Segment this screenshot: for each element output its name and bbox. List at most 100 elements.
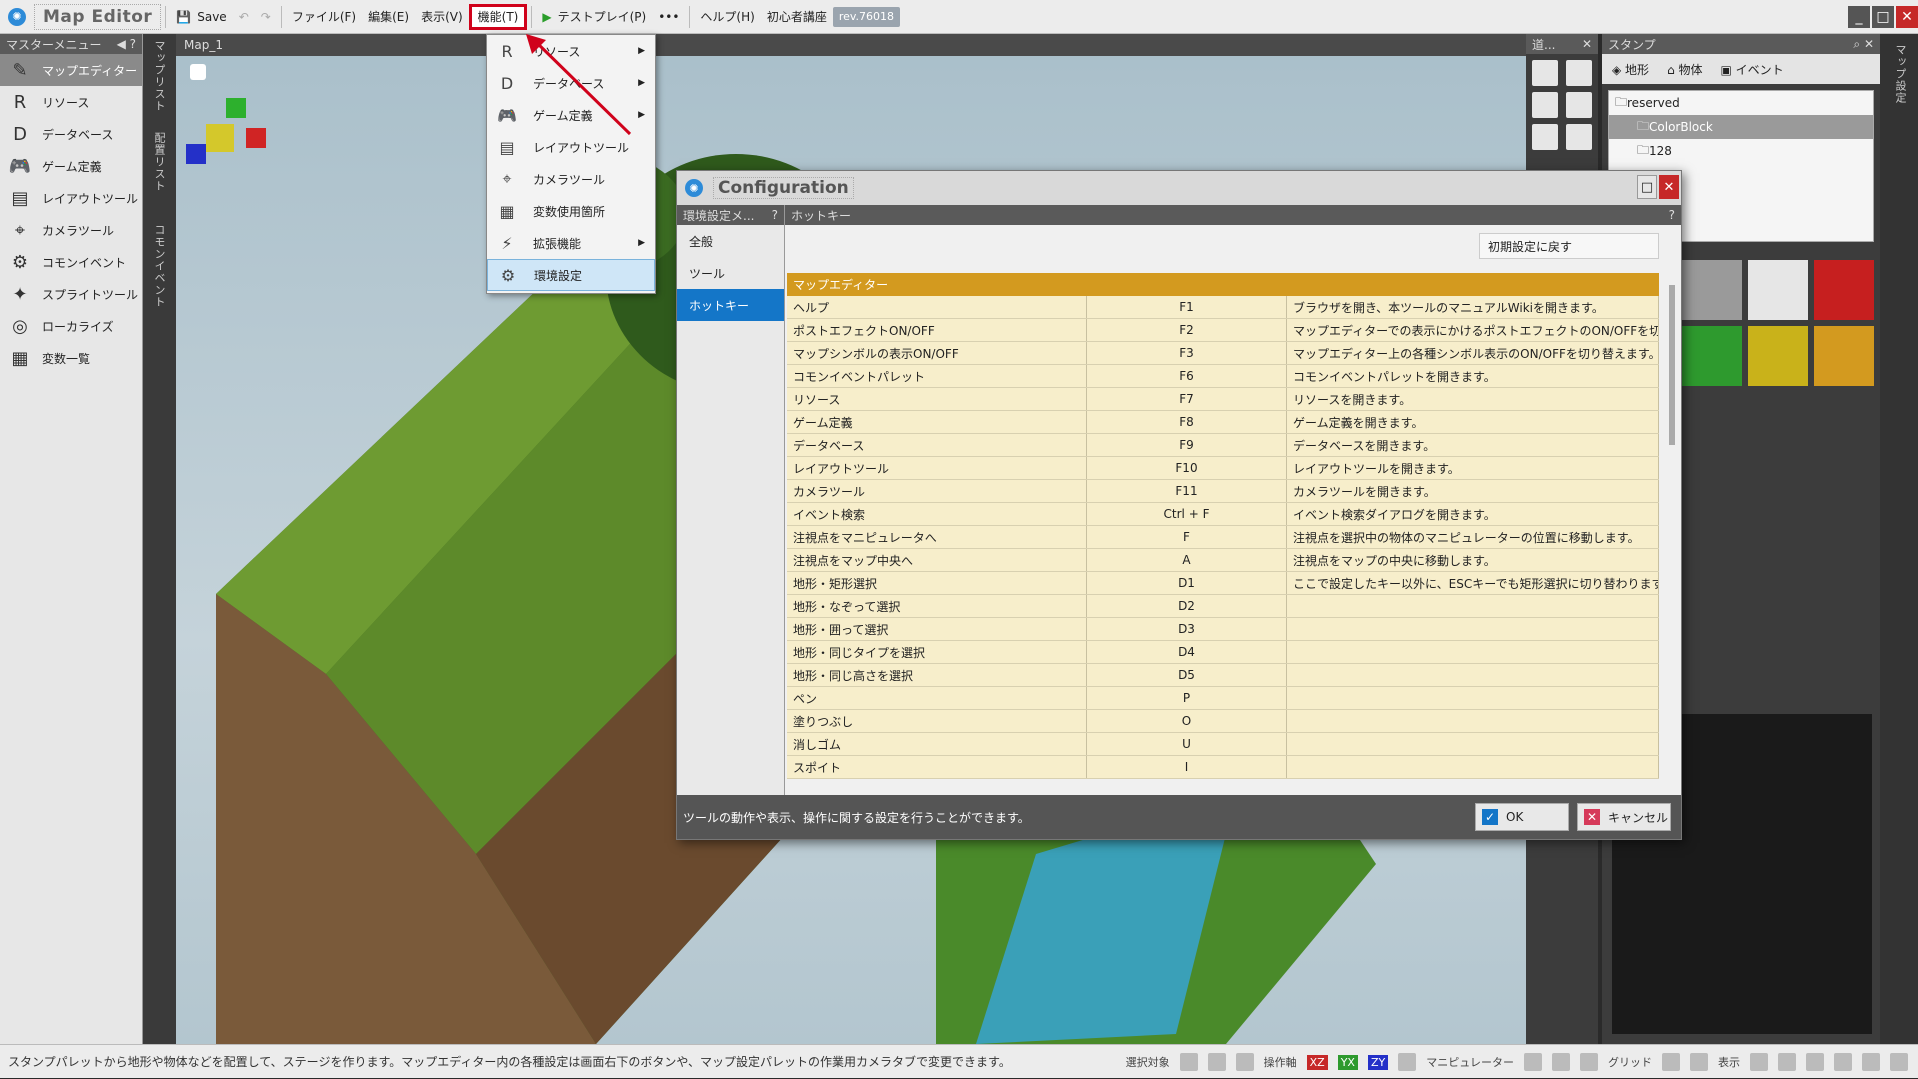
hotkey-row[interactable]: 注視点をマニピュレータへ F 注視点を選択中の物体のマニピュレーターの位置に移動しま… [787, 526, 1659, 549]
axis-zy-button[interactable]: ZY [1367, 1054, 1389, 1070]
menu-item-preferences[interactable]: ⚙ 環境設定 [487, 259, 655, 291]
master-item-map-editor[interactable]: ✎ マップエディター [0, 54, 142, 86]
hotkey-row[interactable]: 地形・囲って選択 D3 [787, 618, 1659, 641]
lasso-select-tool-icon[interactable] [1532, 92, 1558, 118]
hotkey-key[interactable]: F3 [1087, 342, 1287, 364]
hotkey-key[interactable]: F1 [1087, 296, 1287, 318]
master-item-common-event[interactable]: ⚙ コモンイベント [0, 246, 142, 278]
tree-item-128[interactable]: 🗀 128 [1609, 139, 1873, 163]
menu-function[interactable]: 機能(T) [468, 3, 528, 30]
hotkey-row[interactable]: コモンイベントパレット F6 コモンイベントパレットを開きます。 [787, 365, 1659, 388]
stamp-tab-event[interactable]: ▣ イベント [1721, 61, 1784, 78]
pen-tool-icon[interactable] [1566, 124, 1592, 150]
hotkey-row[interactable]: 地形・なぞって選択 D2 [787, 595, 1659, 618]
stamp-block-white[interactable] [1748, 260, 1808, 320]
stamp-block-yellow[interactable] [1748, 326, 1808, 386]
hotkey-row[interactable]: ヘルプ F1 ブラウザを開き、本ツールのマニュアルWikiを開きます。 [787, 296, 1659, 319]
orientation-gizmo[interactable] [186, 98, 266, 164]
menu-item-variable-usage[interactable]: ▦ 変数使用箇所 [487, 195, 655, 227]
viewport-tab[interactable]: Map_1 [176, 34, 1526, 56]
close-icon[interactable]: ✕ [1896, 5, 1918, 28]
hotkey-key[interactable]: A [1087, 549, 1287, 571]
same-height-select-icon[interactable] [1532, 124, 1558, 150]
master-item-sprite-tool[interactable]: ✦ スプライトツール [0, 278, 142, 310]
scrollbar[interactable] [1669, 285, 1675, 445]
hotkey-key[interactable]: D1 [1087, 572, 1287, 594]
tab-map-settings[interactable]: マップ設定 [1892, 44, 1908, 104]
hotkey-key[interactable]: D5 [1087, 664, 1287, 686]
master-item-database[interactable]: D データベース [0, 118, 142, 150]
hotkey-key[interactable]: F6 [1087, 365, 1287, 387]
category-general[interactable]: 全般 [677, 225, 784, 257]
hotkey-key[interactable]: D2 [1087, 595, 1287, 617]
stamp-block-red[interactable] [1814, 260, 1874, 320]
test-play-button[interactable]: ▶ テストプレイ(P) [536, 4, 652, 30]
select-event-icon[interactable] [1235, 1053, 1254, 1071]
menu-item-extensions[interactable]: ⚡ 拡張機能 ▶ [487, 227, 655, 259]
hotkey-row[interactable]: 塗りつぶし O [787, 710, 1659, 733]
category-hotkeys[interactable]: ホットキー [677, 289, 784, 321]
manipulator-move-icon[interactable] [1524, 1053, 1542, 1071]
display-settings-icon[interactable] [1890, 1053, 1908, 1071]
grid-toggle-icon[interactable] [1690, 1053, 1708, 1071]
redo-button[interactable]: ↷ [255, 4, 277, 30]
master-item-game-definition[interactable]: 🎮 ゲーム定義 [0, 150, 142, 182]
hotkey-row[interactable]: 注視点をマップ中央へ A 注視点をマップの中央に移動します。 [787, 549, 1659, 572]
manipulator-rotate-icon[interactable] [1552, 1053, 1570, 1071]
hotkey-row[interactable]: カメラツール F11 カメラツールを開きます。 [787, 480, 1659, 503]
menu-view[interactable]: 表示(V) [415, 4, 469, 30]
help-icon[interactable]: ? [1669, 208, 1675, 222]
hotkey-key[interactable]: D4 [1087, 641, 1287, 663]
display-event-icon[interactable] [1806, 1053, 1824, 1071]
tree-item-colorblock[interactable]: 🗀 ColorBlock [1609, 115, 1873, 139]
hotkey-key[interactable]: F [1087, 526, 1287, 548]
stamp-tab-object[interactable]: ⌂ 物体 [1667, 61, 1702, 78]
hotkey-row[interactable]: レイアウトツール F10 レイアウトツールを開きます。 [787, 457, 1659, 480]
beginner-course-button[interactable]: 初心者講座 [761, 4, 833, 30]
hotkey-row[interactable]: 消しゴム U [787, 733, 1659, 756]
maximize-icon[interactable]: □ [1872, 5, 1894, 28]
master-item-localize[interactable]: ◎ ローカライズ [0, 310, 142, 342]
hotkey-key[interactable]: F10 [1087, 457, 1287, 479]
master-item-resource[interactable]: R リソース [0, 86, 142, 118]
save-button[interactable]: 💾 Save [170, 4, 232, 30]
reset-defaults-button[interactable]: 初期設定に戻す [1479, 233, 1659, 259]
stamp-block-gray[interactable] [1682, 260, 1742, 320]
category-tools[interactable]: ツール [677, 257, 784, 289]
hotkey-row[interactable]: ペン P [787, 687, 1659, 710]
hotkey-key[interactable]: F7 [1087, 388, 1287, 410]
hotkey-key[interactable]: U [1087, 733, 1287, 755]
hotkey-key[interactable]: I [1087, 756, 1287, 778]
select-terrain-icon[interactable] [1179, 1053, 1198, 1071]
cancel-button[interactable]: ✕ キャンセル [1577, 803, 1671, 831]
tab-common-event[interactable]: コモンイベント [151, 224, 167, 308]
hotkey-row[interactable]: マップシンボルの表示ON/OFF F3 マップエディター上の各種シンボル表示のON/… [787, 342, 1659, 365]
rect-select-tool-icon[interactable] [1532, 60, 1558, 86]
close-icon[interactable]: ✕ [1582, 37, 1592, 51]
hotkey-key[interactable]: F2 [1087, 319, 1287, 341]
undo-button[interactable]: ↶ [233, 4, 255, 30]
grid-icon[interactable] [1662, 1053, 1680, 1071]
menu-file[interactable]: ファイル(F) [286, 4, 362, 30]
ok-button[interactable]: ✓ OK [1475, 803, 1569, 831]
hotkey-row[interactable]: ゲーム定義 F8 ゲーム定義を開きます。 [787, 411, 1659, 434]
tree-item-reserved[interactable]: 🗀 reserved [1609, 91, 1873, 115]
close-icon[interactable]: ✕ [1659, 175, 1679, 199]
menu-help[interactable]: ヘルプ(H) [694, 4, 760, 30]
maximize-icon[interactable]: □ [1637, 175, 1657, 199]
stamp-block-green[interactable] [1682, 326, 1742, 386]
hotkey-key[interactable]: F11 [1087, 480, 1287, 502]
hotkey-row[interactable]: イベント検索 Ctrl + F イベント検索ダイアログを開きます。 [787, 503, 1659, 526]
hotkey-row[interactable]: スポイト I [787, 756, 1659, 779]
hotkey-key[interactable]: Ctrl + F [1087, 503, 1287, 525]
tab-placement-list[interactable]: 配置リスト [151, 132, 167, 192]
hotkey-key[interactable]: F9 [1087, 434, 1287, 456]
menu-edit[interactable]: 編集(E) [362, 4, 415, 30]
display-light-icon[interactable] [1834, 1053, 1852, 1071]
stamp-tab-terrain[interactable]: ◈ 地形 [1612, 61, 1649, 78]
axis-xz-button[interactable]: XZ [1306, 1054, 1328, 1070]
more-button[interactable]: ••• [652, 4, 685, 30]
axis-yx-button[interactable]: YX [1337, 1054, 1358, 1070]
hotkey-key[interactable]: F8 [1087, 411, 1287, 433]
collapse-icon[interactable]: ◀ ? [117, 37, 136, 51]
